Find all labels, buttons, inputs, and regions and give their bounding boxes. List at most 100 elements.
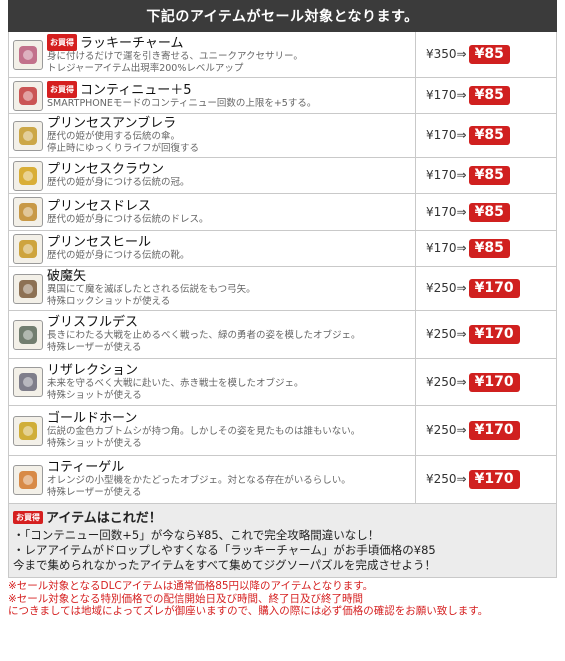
item-info: 破魔矢 異国にて魔を滅ぼしたとされる伝説をもつ弓矢。 特殊ロックショットが使える [8, 266, 416, 311]
old-price: ¥250 [426, 423, 457, 437]
item-info: お買得 ラッキーチャーム 身に付けるだけで運を引き寄せる、ユニークアクセサリー。 トレ… [8, 32, 416, 78]
item-name: ブリスフルデス [47, 315, 361, 330]
note-line: ※セール対象となる特別価格での配信開始日及び時間、終了日及び終了時間 [8, 592, 363, 605]
arrow-icon: ⇒ [456, 47, 467, 61]
item-description: 歴代の姫が使用する伝統の傘。 [47, 131, 181, 142]
item-row: お買得 ラッキーチャーム 身に付けるだけで運を引き寄せる、ユニークアクセサリー。 トレ… [8, 32, 557, 78]
item-description: 未来を守るべく大戦に赴いた、赤き戦士を模したオブジェ。 [47, 377, 304, 389]
sale-price: ¥85 [468, 126, 510, 145]
item-row: リザレクション 未来を守るべく大戦に赴いた、赤き戦士を模したオブジェ。 特殊ショット… [8, 358, 557, 406]
item-price: ¥350⇒ ¥85 [415, 32, 557, 78]
featured-line: 今まで集められなかったアイテムをすべて集めてジグソーパズルを完成させよう！ [13, 558, 436, 572]
item-description: 異国にて魔を滅ぼしたとされる伝説をもつ弓矢。 [47, 284, 256, 295]
item-name: プリンセスクラウン [47, 162, 190, 177]
arrow-icon: ⇒ [456, 423, 467, 437]
old-price: ¥170 [426, 128, 457, 142]
heel-icon [13, 233, 43, 264]
sale-price: ¥170 [468, 279, 520, 298]
item-name: プリンセスドレス [47, 199, 209, 214]
item-name-text: プリンセスヒール [47, 235, 152, 250]
arrow-icon: ⇒ [456, 168, 467, 182]
item-row: お買得 コンティニュー＋5 SMARTPHONEモードのコンティニュー回数の上限を+… [8, 77, 557, 114]
item-price: ¥170⇒ ¥85 [415, 77, 557, 114]
item-name-text: ラッキーチャーム [80, 36, 184, 51]
item-description: 特殊ショットが使える [47, 389, 142, 401]
item-info: リザレクション 未来を守るべく大戦に赴いた、赤き戦士を模したオブジェ。 特殊ショット… [8, 358, 416, 406]
old-price: ¥170 [426, 168, 457, 182]
item-description: 特殊ショットが使える [47, 438, 142, 449]
item-description: 長きにわたる大戦を止めるべく戦った、緑の勇者の姿を模したオブジェ。 [47, 330, 361, 341]
item-info: プリンセスクラウン 歴代の姫が身につける伝統の冠。 [8, 157, 416, 194]
item-price: ¥170⇒ ¥85 [415, 157, 557, 194]
dress-icon [13, 197, 43, 227]
item-name: プリンセスヒール [47, 235, 190, 250]
item-description: 停止時にゆっくりライフが回復する [47, 143, 200, 154]
item-description: 歴代の姫が身につける伝統の冠。 [47, 177, 190, 188]
note-line: につきましては地域によってズレが御座いますので、購入の際には必ず価格の確認をお願… [8, 605, 489, 617]
item-table: お買得 ラッキーチャーム 身に付けるだけで運を引き寄せる、ユニークアクセサリー。 トレ… [8, 32, 557, 504]
item-row: コティーゲル オレンジの小型機をかたどったオブジェ。対となる存在がいるらしい。 特殊… [8, 455, 557, 504]
sale-header: 下記のアイテムがセール対象となります。 [8, 0, 557, 32]
item-name: お買得 コンティニュー＋5 [47, 81, 316, 98]
featured-title-text: アイテムはこれだ！ [46, 511, 162, 526]
sale-price: ¥170 [468, 325, 520, 344]
cannon-green-icon [13, 319, 43, 350]
featured-box: お買得 アイテムはこれだ！ ・「コンテニュー回数+5」が今なら¥85、これで完全攻… [8, 504, 557, 578]
sale-price: ¥170 [468, 372, 520, 392]
featured-line: ・レアアイテムがドロップしやすくなる「ラッキーチャーム」がお手頃価格の¥85 [13, 543, 436, 557]
item-row: ゴールドホーン 伝説の金色カブトムシが持つ角。しかしその姿を見たものは誰もいない。… [8, 405, 557, 456]
arrow-icon: ⇒ [456, 241, 467, 255]
deal-badge: お買得 [47, 81, 77, 98]
arrow-icon: ⇒ [456, 327, 467, 341]
item-name-text: コンティニュー＋5 [80, 83, 192, 98]
old-price: ¥170 [426, 241, 457, 255]
old-price: ¥350 [426, 47, 457, 61]
featured-title: お買得 アイテムはこれだ！ [13, 507, 550, 526]
item-row: プリンセスアンブレラ 歴代の姫が使用する伝統の傘。 停止時にゆっくりライフが回復する… [8, 113, 557, 158]
arrow-icon: ⇒ [456, 88, 467, 102]
item-info: お買得 コンティニュー＋5 SMARTPHONEモードのコンティニュー回数の上限を+… [8, 77, 416, 114]
item-row: プリンセスドレス 歴代の姫が身につける伝統のドレス。 ¥170⇒ ¥85 [8, 193, 557, 231]
crown-icon [13, 160, 43, 191]
item-description: SMARTPHONEモードのコンティニュー回数の上限を+5する。 [47, 98, 317, 109]
item-name-text: ゴールドホーン [47, 411, 138, 426]
item-name: コティーゲル [47, 460, 351, 475]
item-name-text: 破魔矢 [47, 269, 87, 284]
old-price: ¥250 [426, 327, 457, 341]
sale-price: ¥85 [468, 166, 510, 185]
item-name-text: ブリスフルデス [47, 315, 139, 330]
arrow-icon: ⇒ [456, 128, 467, 142]
arrow-icon: ⇒ [456, 281, 467, 295]
item-name-text: コティーゲル [47, 460, 125, 475]
item-description: 伝説の金色カブトムシが持つ角。しかしその姿を見たものは誰もいない。 [47, 426, 361, 437]
sale-price: ¥85 [468, 202, 510, 222]
item-description: 歴代の姫が身につける伝統の靴。 [47, 250, 190, 261]
sale-price: ¥85 [468, 86, 510, 105]
item-price: ¥170⇒ ¥85 [415, 193, 557, 231]
note-line: ※セール対象となるDLCアイテムは通常価格85円以降のアイテムとなります。 [8, 580, 374, 592]
item-info: ゴールドホーン 伝説の金色カブトムシが持つ角。しかしその姿を見たものは誰もいない。… [8, 405, 416, 456]
lucky-charm-icon [13, 39, 43, 70]
old-price: ¥250 [426, 472, 457, 486]
item-price: ¥250⇒ ¥170 [415, 266, 557, 311]
item-price: ¥170⇒ ¥85 [415, 230, 557, 267]
item-price: ¥250⇒ ¥170 [415, 310, 557, 359]
item-price: ¥250⇒ ¥170 [415, 405, 557, 456]
item-name: ゴールドホーン [47, 411, 360, 426]
item-row: ブリスフルデス 長きにわたる大戦を止めるべく戦った、緑の勇者の姿を模したオブジェ。… [8, 310, 557, 359]
item-name: リザレクション [47, 363, 304, 378]
item-description: 身に付けるだけで運を引き寄せる、ユニークアクセサリー。 [47, 51, 303, 62]
item-info: コティーゲル オレンジの小型機をかたどったオブジェ。対となる存在がいるらしい。 特殊… [8, 455, 416, 504]
sale-price: ¥170 [468, 470, 520, 489]
item-description: トレジャーアイテム出現率200%レベルアップ [47, 63, 244, 74]
item-description: 歴代の姫が身につける伝統のドレス。 [47, 213, 209, 225]
continue-icon [13, 80, 43, 111]
orange-craft-icon [13, 464, 43, 495]
item-row: 破魔矢 異国にて魔を滅ぼしたとされる伝説をもつ弓矢。 特殊ロックショットが使える ¥2… [8, 266, 557, 311]
old-price: ¥170 [426, 88, 457, 102]
item-description: 特殊レーザーが使える [47, 342, 142, 353]
notes: ※セール対象となるDLCアイテムは通常価格85円以降のアイテムとなります。 ※セ… [8, 578, 557, 618]
item-name-text: プリンセスクラウン [47, 162, 165, 177]
item-name-text: プリンセスアンブレラ [47, 116, 177, 131]
item-description: 特殊レーザーが使える [47, 487, 142, 498]
